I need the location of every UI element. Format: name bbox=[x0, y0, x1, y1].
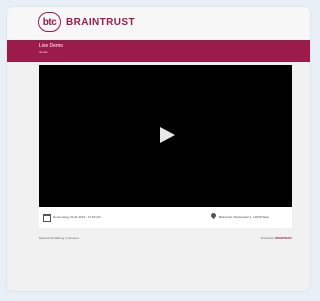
footer-powered-by: Powered by BRAINTRUST bbox=[261, 237, 292, 240]
powered-by-label: Powered by bbox=[260, 237, 275, 240]
location-pin-icon bbox=[209, 211, 218, 220]
event-info-bar: Donnerstag, 01.01.2021 · 17:00 Uhr Brain… bbox=[39, 207, 292, 228]
play-icon[interactable] bbox=[160, 127, 175, 143]
main-content: Donnerstag, 01.01.2021 · 17:00 Uhr Brain… bbox=[39, 65, 292, 228]
video-player[interactable] bbox=[39, 65, 292, 207]
powered-by-brand[interactable]: BRAINTRUST bbox=[275, 237, 292, 240]
footer-links[interactable]: Datenschutzerklärung | Impressum bbox=[39, 237, 79, 240]
calendar-icon bbox=[43, 214, 51, 222]
brand-name: BRAINTRUST bbox=[66, 17, 135, 28]
event-subtitle: details bbox=[39, 50, 48, 54]
brand-logo[interactable]: btc bbox=[38, 12, 61, 32]
event-title: Live Demo bbox=[39, 43, 63, 49]
header: btc BRAINTRUST bbox=[7, 7, 310, 40]
page-card: btc BRAINTRUST Live Demo details Donners… bbox=[7, 7, 310, 291]
event-date: Donnerstag, 01.01.2021 · 17:00 Uhr bbox=[53, 215, 102, 219]
brand-badge-text: btc bbox=[42, 16, 57, 28]
event-location: Braintrust, Musterplatz 1, 12345 Wien bbox=[219, 215, 270, 219]
